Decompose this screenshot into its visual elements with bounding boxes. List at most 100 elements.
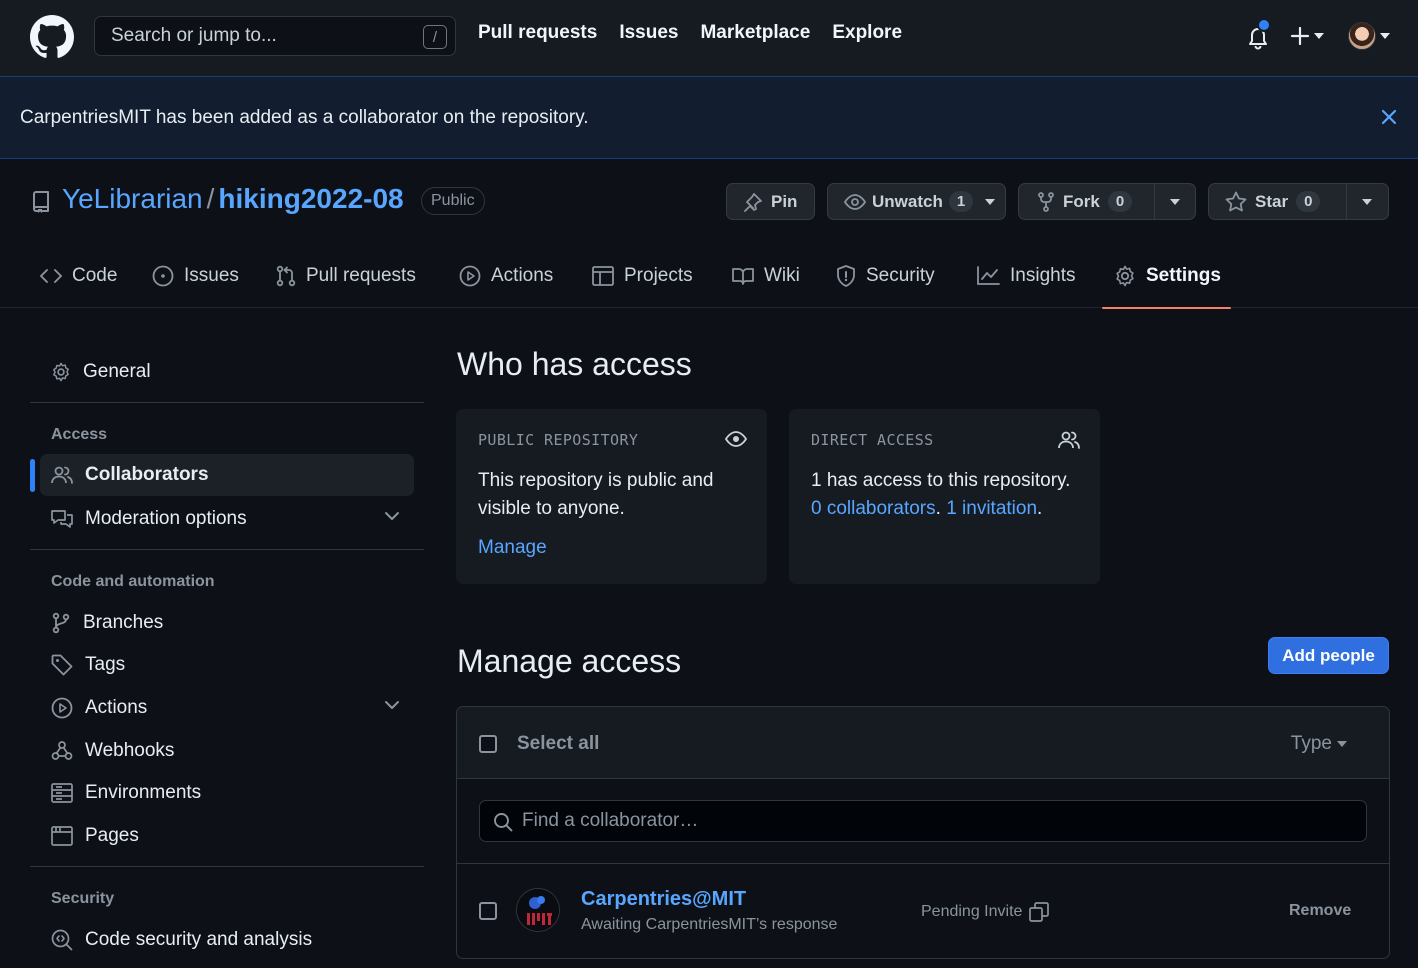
tab-pull-requests[interactable]: Pull requests	[276, 244, 416, 308]
tab-wiki[interactable]: Wiki	[732, 244, 800, 308]
add-people-button[interactable]: Add people	[1268, 637, 1389, 674]
select-all-checkbox[interactable]	[479, 735, 497, 753]
copy-icon[interactable]	[1028, 901, 1050, 923]
sidebar-item-branches[interactable]: Branches	[40, 602, 414, 644]
pin-icon	[744, 192, 762, 212]
remove-collaborator-button[interactable]: Remove	[1289, 902, 1351, 920]
sidebar-item-moderation[interactable]: Moderation options	[40, 498, 414, 540]
caret-down-icon	[985, 198, 996, 205]
repo-owner-link[interactable]: YeLibrarian	[62, 183, 203, 215]
tab-label: Insights	[1010, 265, 1076, 286]
tab-label: Issues	[184, 265, 239, 286]
sidebar-divider	[30, 402, 424, 403]
gear-icon	[1116, 265, 1134, 287]
repo-icon	[33, 191, 49, 213]
tab-insights[interactable]: Insights	[976, 244, 1075, 308]
tab-code[interactable]: Code	[40, 244, 117, 308]
watch-count: 1	[948, 191, 974, 212]
visibility-badge: Public	[421, 187, 485, 215]
collaborators-count-link[interactable]: 0 collaborators	[811, 498, 936, 519]
people-icon	[51, 466, 73, 484]
comment-discussion-icon	[51, 510, 73, 528]
fork-icon	[1038, 191, 1054, 212]
nav-pull-requests[interactable]: Pull requests	[478, 22, 597, 44]
tag-icon	[51, 654, 73, 676]
repo-title-separator: /	[206, 183, 215, 214]
sidebar-item-webhooks[interactable]: Webhooks	[40, 730, 414, 772]
card-text: This repository is public and visible to…	[478, 470, 714, 519]
sidebar-item-actions[interactable]: Actions	[40, 687, 414, 729]
sidebar-heading-security: Security	[51, 890, 115, 907]
user-menu[interactable]	[1348, 22, 1390, 50]
nav-issues[interactable]: Issues	[619, 22, 678, 44]
row-checkbox[interactable]	[479, 902, 497, 920]
shield-icon	[837, 265, 855, 287]
book-icon	[732, 268, 754, 285]
manage-access-title: Manage access	[457, 643, 682, 679]
notification-indicator	[1257, 18, 1271, 32]
sidebar-item-general[interactable]: General	[40, 351, 414, 393]
search-shortcut-key: /	[423, 25, 447, 49]
fork-button-group: Fork 0	[1018, 183, 1196, 220]
type-filter-dropdown[interactable]: Type	[1291, 733, 1347, 755]
repo-title: YeLibrarian / hiking2022-08	[62, 183, 404, 215]
sidebar-item-label: Moderation options	[85, 508, 247, 529]
row-divider	[457, 863, 1389, 864]
tab-projects[interactable]: Projects	[592, 244, 693, 308]
global-search-input[interactable]: Search or jump to... /	[94, 16, 456, 56]
pull-request-icon	[276, 265, 296, 287]
avatar[interactable]	[516, 888, 560, 932]
star-button[interactable]: Star 0	[1209, 184, 1346, 219]
find-collaborator-input[interactable]: Find a collaborator…	[479, 800, 1367, 842]
tab-issues[interactable]: Issues	[152, 244, 239, 308]
type-filter-label: Type	[1290, 733, 1332, 754]
global-header: Search or jump to... / Pull requests Iss…	[0, 0, 1418, 76]
fork-label: Fork	[1063, 191, 1100, 211]
caret-down-icon	[1169, 198, 1180, 205]
gear-icon	[53, 362, 69, 382]
tab-label: Actions	[491, 265, 554, 286]
tab-actions[interactable]: Actions	[459, 244, 553, 308]
unwatch-label: Unwatch	[872, 191, 943, 211]
table-icon	[592, 266, 614, 286]
issue-icon	[152, 265, 174, 287]
fork-dropdown[interactable]	[1153, 184, 1195, 219]
sidebar-item-label: General	[83, 361, 151, 382]
close-icon[interactable]	[1380, 108, 1398, 126]
flash-message: CarpentriesMIT has been added as a colla…	[20, 107, 589, 128]
sidebar-item-collaborators[interactable]: Collaborators	[40, 454, 414, 496]
nav-explore[interactable]: Explore	[832, 22, 902, 44]
star-dropdown[interactable]	[1345, 184, 1388, 219]
top-nav: Pull requests Issues Marketplace Explore	[478, 22, 902, 44]
fork-button[interactable]: Fork 0	[1019, 184, 1154, 219]
sidebar-item-pages[interactable]: Pages	[40, 815, 414, 857]
star-label: Star	[1255, 191, 1289, 211]
caret-down-icon	[1380, 33, 1390, 39]
sentence-end: .	[1037, 498, 1043, 519]
sidebar-item-environments[interactable]: Environments	[40, 772, 414, 814]
tab-settings[interactable]: Settings	[1102, 244, 1231, 309]
invitation-count-link[interactable]: 1 invitation	[946, 498, 1037, 519]
chevron-down-icon	[385, 701, 399, 709]
manage-link[interactable]: Manage	[478, 537, 745, 559]
github-logo-icon[interactable]	[30, 15, 74, 59]
play-icon	[459, 265, 481, 287]
sidebar-item-label: Collaborators	[85, 464, 209, 485]
repo-name-link[interactable]: hiking2022-08	[218, 183, 403, 215]
tab-label: Wiki	[764, 265, 800, 286]
create-new-menu[interactable]	[1290, 26, 1324, 46]
carpentries-mit-logo-icon	[517, 889, 559, 931]
sentence-separator: .	[935, 498, 941, 519]
tab-label: Code	[72, 265, 118, 286]
nav-marketplace[interactable]: Marketplace	[700, 22, 810, 44]
sidebar-item-tags[interactable]: Tags	[40, 644, 414, 686]
tab-security[interactable]: Security	[836, 244, 935, 308]
sidebar-item-label: Environments	[85, 782, 202, 803]
sidebar-item-code-security[interactable]: Code security and analysis	[40, 919, 414, 961]
tab-label: Settings	[1146, 265, 1221, 286]
unwatch-button[interactable]: Unwatch 1	[827, 183, 1006, 220]
pin-button[interactable]: Pin	[726, 183, 815, 220]
collaborator-name-link[interactable]: Carpentries@MIT	[581, 888, 746, 911]
list-header: Select all Type	[457, 707, 1389, 779]
card-title: PUBLIC REPOSITORY	[478, 431, 639, 449]
